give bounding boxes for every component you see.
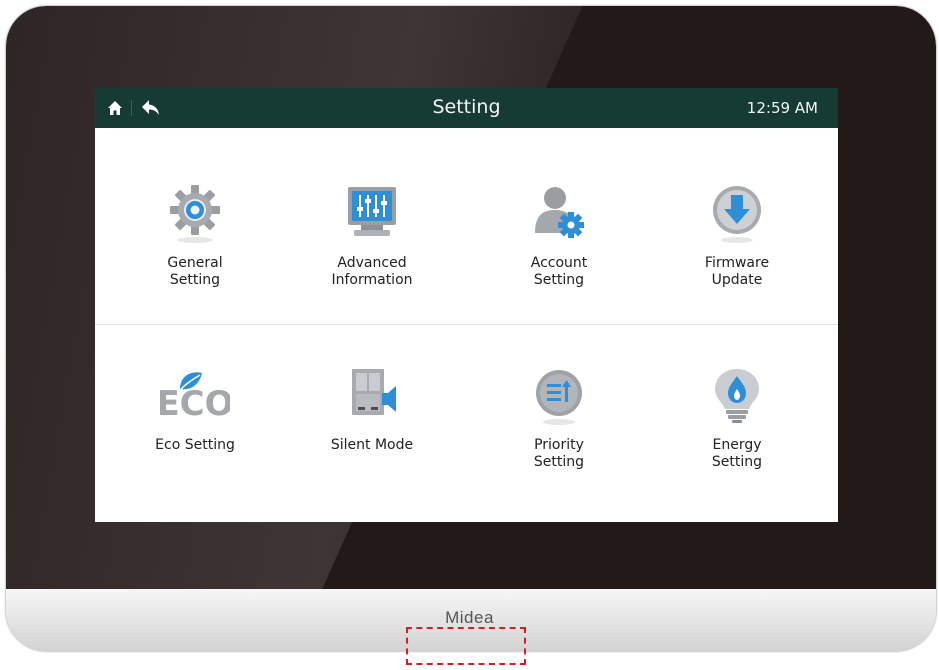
download-arrow-icon [713, 186, 761, 243]
advanced-information-tile[interactable]: Advanced Information [292, 183, 452, 313]
tile-label: Account Setting [530, 255, 588, 288]
brand-logo: Midea [0, 608, 939, 628]
priority-list-icon [536, 370, 582, 425]
clock: 12:59 AM [746, 99, 818, 117]
title-bar: Setting 12:59 AM [95, 88, 838, 128]
page-title: Setting [432, 96, 501, 118]
dashed-highlight-box [406, 627, 526, 665]
silent-mode-tile[interactable]: Silent Mode [292, 365, 452, 495]
priority-setting-tile[interactable]: Priority Setting [479, 365, 639, 495]
tile-label: Firmware Update [704, 255, 770, 288]
energy-bulb-icon [715, 369, 759, 423]
tile-label: Priority Setting [533, 437, 585, 470]
energy-setting-tile[interactable]: Energy Setting [657, 365, 817, 495]
tile-label: Eco Setting [155, 437, 235, 453]
silent-unit-icon [352, 369, 396, 415]
tile-label: Advanced Information [331, 255, 413, 288]
tile-label: Silent Mode [330, 437, 414, 453]
touch-screen: Setting 12:59 AM General Setting Advance… [95, 88, 838, 522]
gear-icon [170, 185, 220, 243]
user-gear-icon [535, 187, 584, 238]
monitor-sliders-icon [348, 187, 396, 236]
eco-setting-tile[interactable]: ECO Eco Setting [115, 365, 275, 495]
grid-divider [95, 324, 838, 325]
firmware-update-tile[interactable]: Firmware Update [657, 183, 817, 313]
eco-leaf-icon: ECO [160, 372, 230, 424]
tile-label: Energy Setting [711, 437, 763, 470]
general-setting-tile[interactable]: General Setting [115, 183, 275, 313]
brand-text: Midea [445, 608, 494, 627]
account-setting-tile[interactable]: Account Setting [479, 183, 639, 313]
svg-text:ECO: ECO [160, 384, 230, 424]
tile-label: General Setting [167, 255, 223, 288]
